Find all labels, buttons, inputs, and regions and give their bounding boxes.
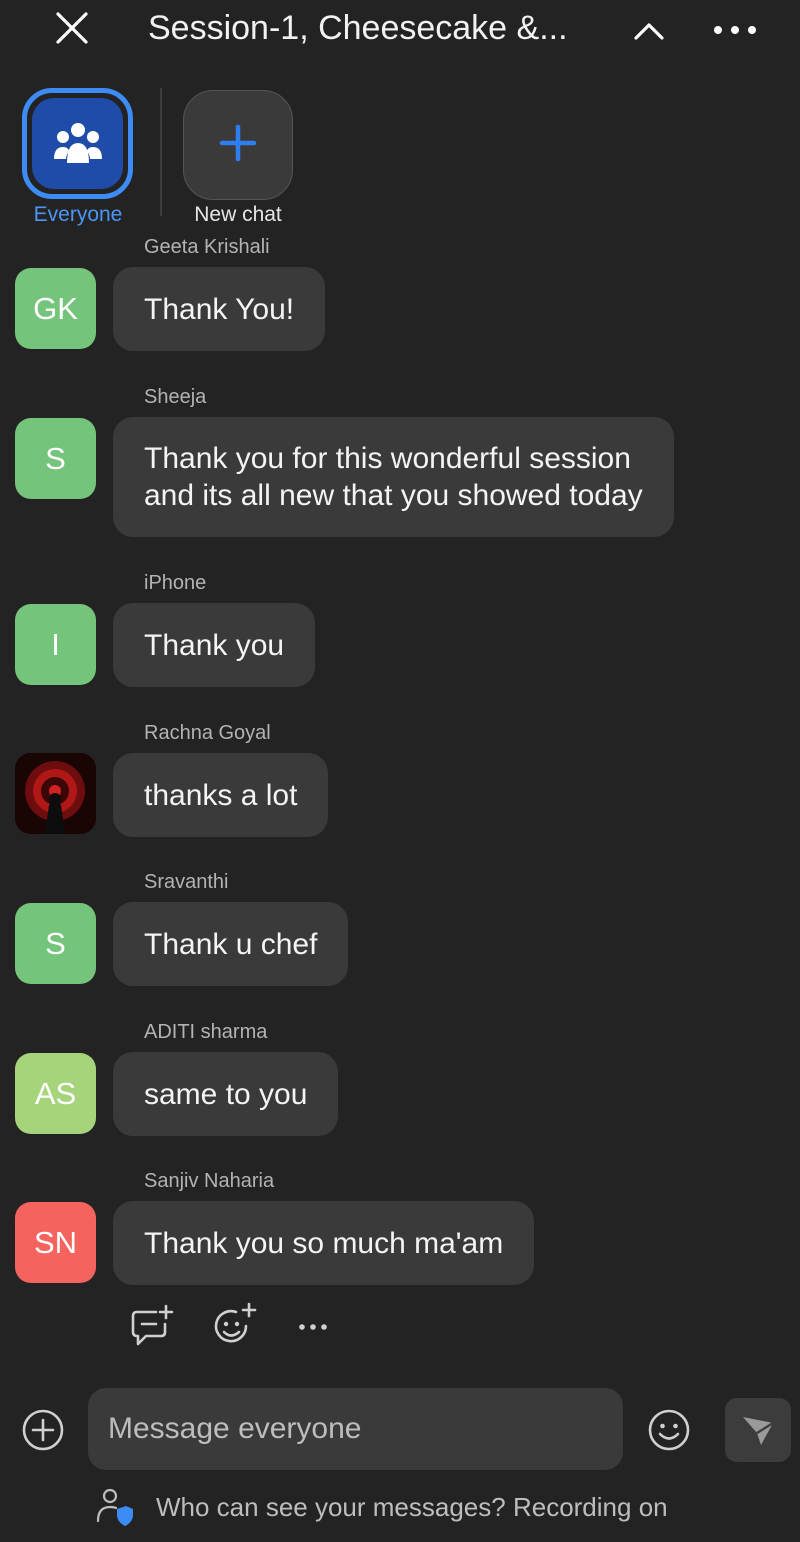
send-button[interactable] [725,1398,791,1462]
emoji-icon[interactable] [646,1407,692,1453]
avatar[interactable]: S [15,903,96,984]
message-bubble[interactable]: Thank you [113,603,316,687]
message-bubble[interactable]: Thank you for this wonderful session and… [113,417,674,537]
add-circle-icon[interactable] [21,1408,65,1452]
new-chat-label: New chat [194,203,282,226]
recipient-everyone-button[interactable] [22,88,133,199]
chat-title: Session-1, Cheesecake &... [148,9,568,47]
send-icon [743,1417,774,1445]
chevron-up-icon[interactable] [630,12,668,48]
avatar-initials: AS [34,1075,77,1111]
message-bubble[interactable]: same to you [113,1052,339,1136]
avatar[interactable]: AS [15,1053,96,1134]
recipient-everyone-label: Everyone [33,203,123,226]
sender-name: Sheeja [144,386,207,408]
more-horizontal-icon[interactable] [710,12,760,48]
more-horizontal-icon[interactable] [292,1304,338,1350]
close-icon[interactable] [52,8,92,48]
sender-name: iPhone [144,572,207,594]
chat-header: Session-1, Cheesecake &... [0,0,800,60]
add-reaction-icon[interactable] [210,1302,257,1348]
sender-name: Sanjiv Naharia [144,1170,275,1192]
message-bubble[interactable]: thanks a lot [113,753,329,837]
avatar[interactable]: S [15,418,96,499]
profile-photo [15,753,96,834]
recipient-divider [160,88,162,216]
sender-name: Sravanthi [144,871,229,893]
avatar[interactable]: I [15,604,96,685]
user-shield-icon [95,1487,135,1527]
sender-name: ADITI sharma [144,1021,268,1043]
message-bubble[interactable]: Thank you so much ma'am [113,1201,535,1285]
avatar[interactable]: GK [15,268,96,349]
sender-name: Geeta Krishali [144,236,270,258]
avatar-initials: SN [33,1224,78,1260]
avatar[interactable] [15,753,96,834]
plus-icon [218,123,258,168]
avatar-initials: I [51,626,60,662]
reply-icon[interactable] [128,1304,174,1350]
group-icon [32,98,123,189]
avatar[interactable]: SN [15,1202,96,1283]
sender-name: Rachna Goyal [144,722,271,744]
avatar-initials: S [45,440,66,476]
message-bubble[interactable]: Thank u chef [113,902,349,986]
message-input[interactable] [88,1388,623,1470]
new-chat-button[interactable] [183,90,293,200]
privacy-notice-link[interactable]: Who can see your messages? Recording on [156,1489,668,1525]
avatar-initials: S [45,925,66,961]
avatar-initials: GK [33,290,78,326]
message-bubble[interactable]: Thank You! [113,267,326,351]
